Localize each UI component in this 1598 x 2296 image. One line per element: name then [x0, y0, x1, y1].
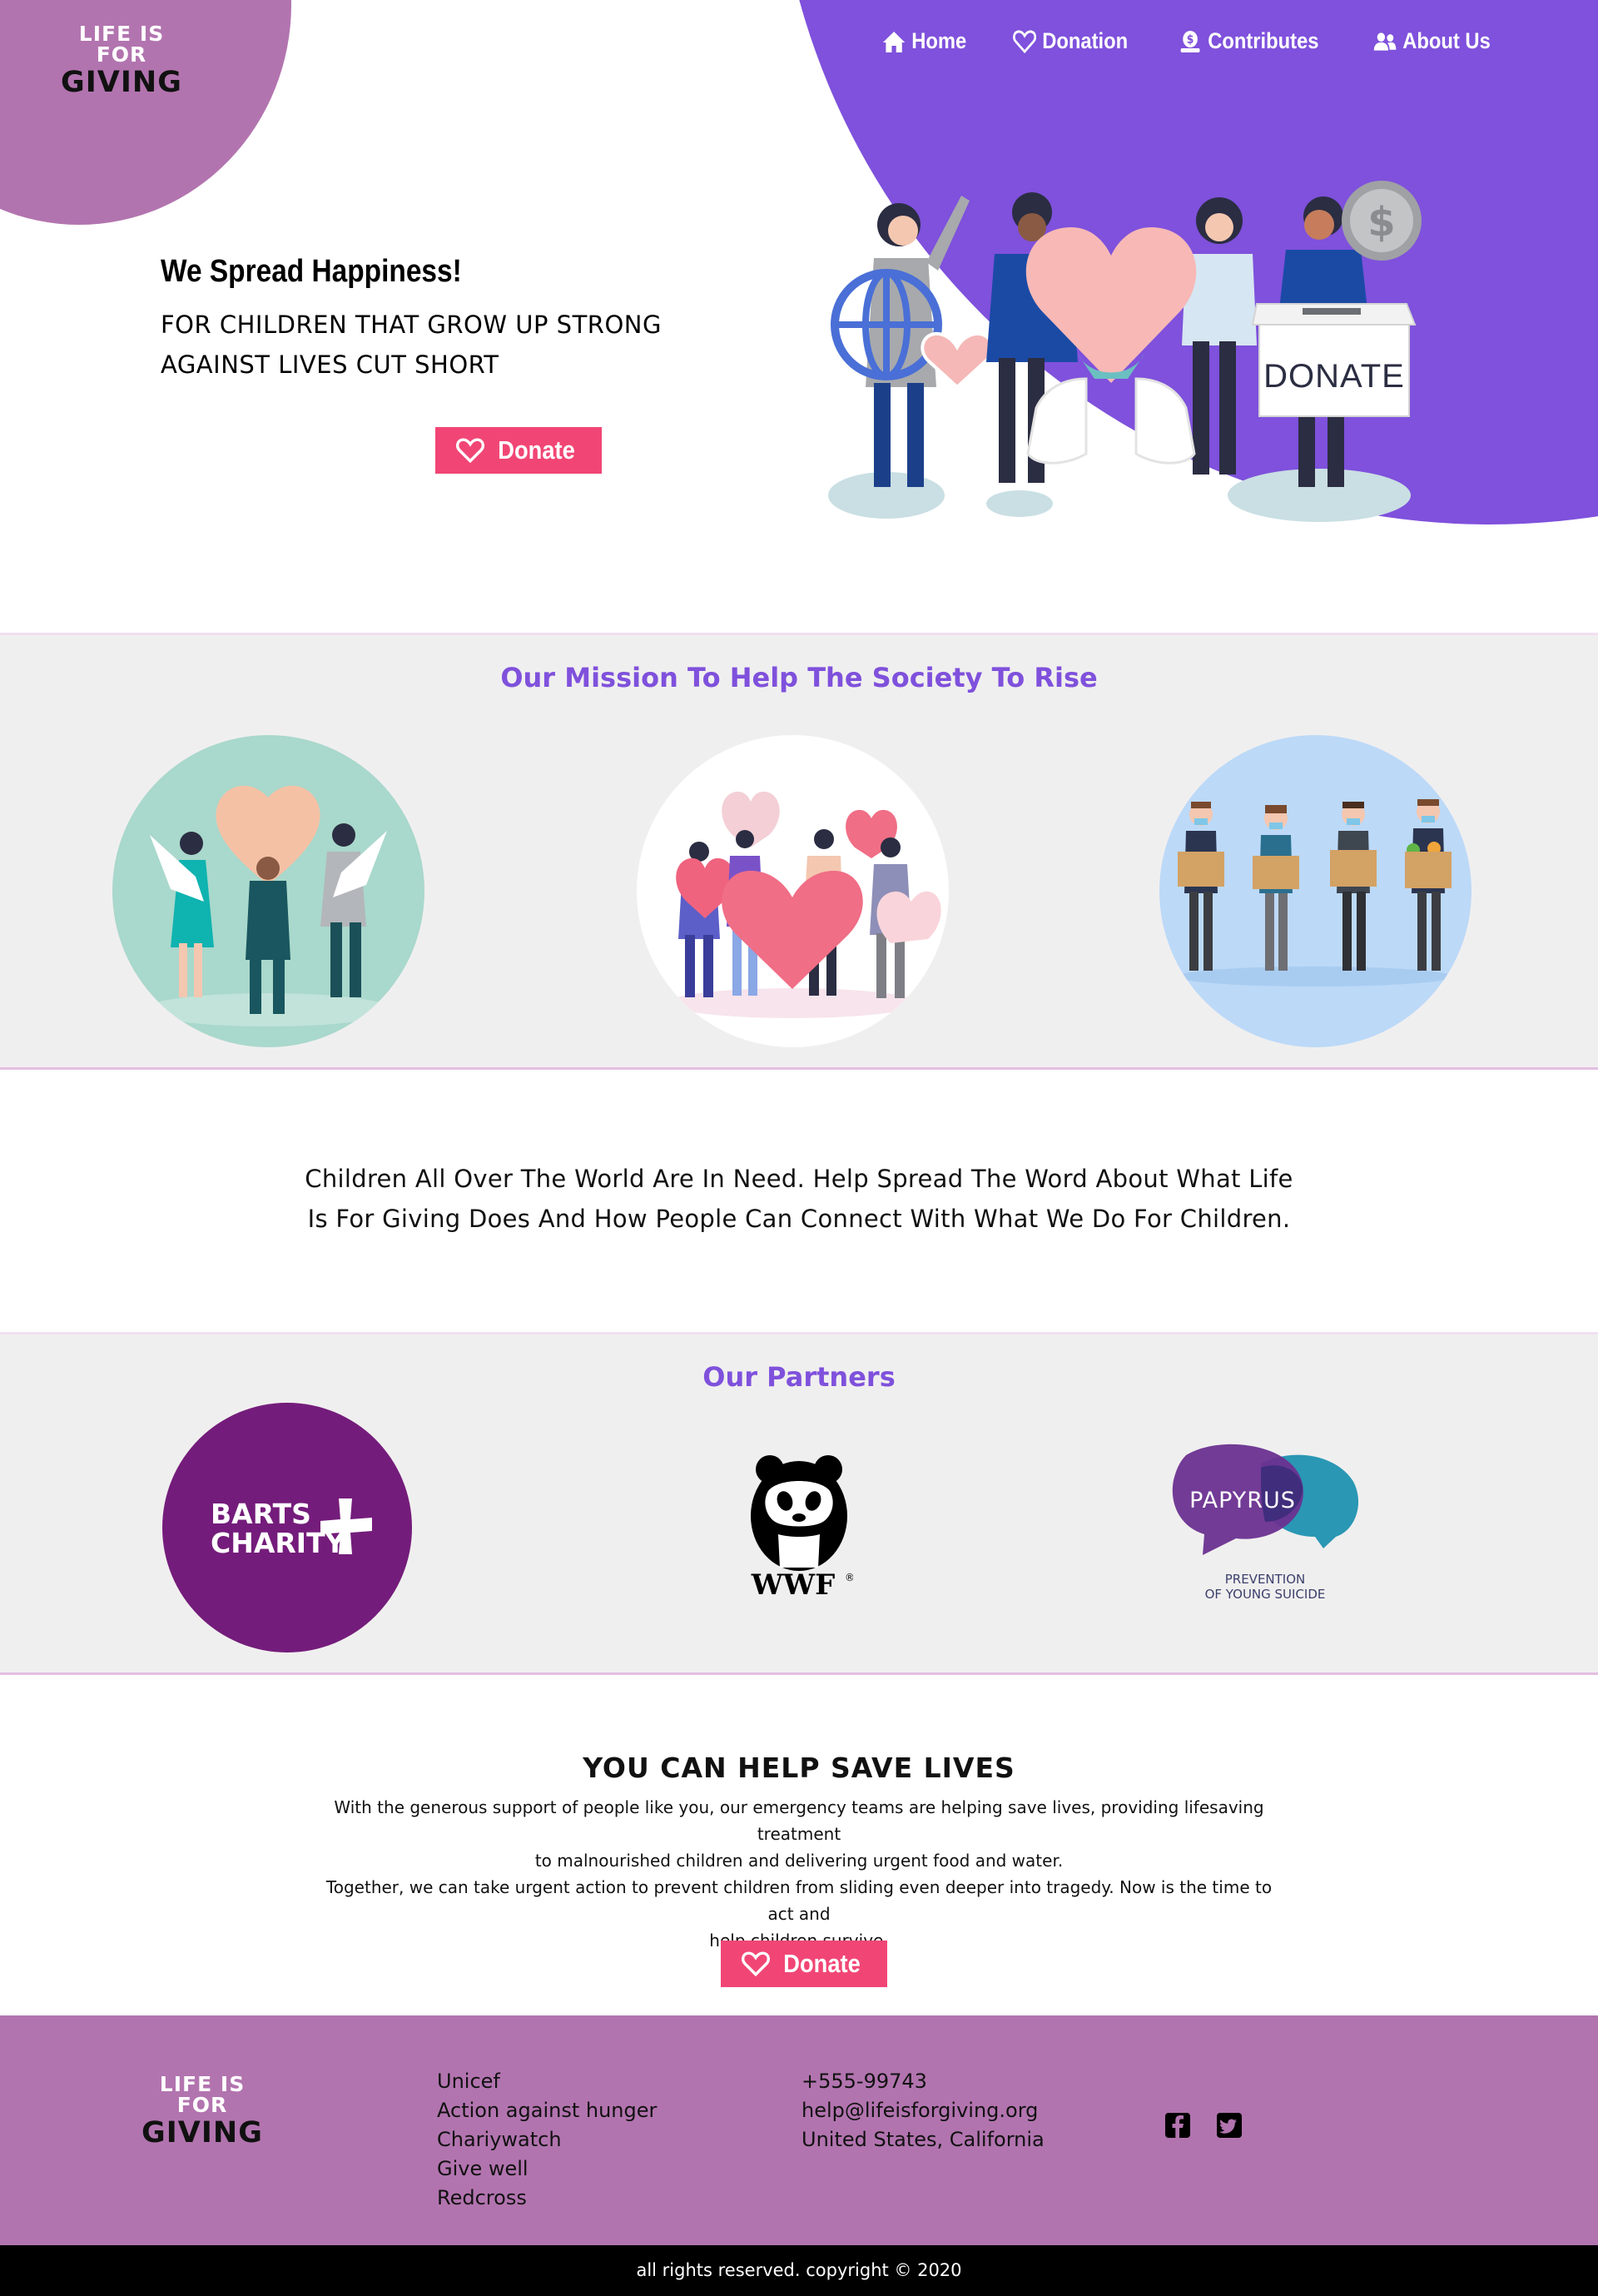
mission-title: Our Mission To Help The Society To Rise [500, 662, 1098, 693]
hero-donate-label: Donate [498, 435, 576, 465]
svg-text:$: $ [1187, 33, 1194, 47]
dollar-hand-icon: $ [1180, 30, 1200, 52]
footer: LIFE IS FOR GIVING Unicef Action against… [0, 2015, 1598, 2245]
mission-image-hands [112, 735, 424, 1047]
help-p2-line-1: Together, we can take urgent action to p… [325, 1877, 1273, 1924]
statement-line-1: Children All Over The World Are In Need.… [305, 1165, 1293, 1193]
footer-logo-line-2: GIVING [141, 2116, 263, 2149]
statement-line-2: Is For Giving Does And How People Can Co… [307, 1205, 1291, 1233]
help-donate-label: Donate [783, 1949, 861, 1978]
illustration-donate-text: DONATE [1263, 358, 1405, 395]
nav-donation-label: Donation [1042, 28, 1129, 53]
logo-line-2: GIVING [61, 66, 182, 99]
hero-donate-button[interactable]: Donate [435, 427, 602, 474]
logo-line-1: LIFE IS FOR [78, 22, 165, 67]
wwf-logo-text: WWF [751, 1568, 836, 1601]
mission-statement: Children All Over The World Are In Need.… [250, 1159, 1348, 1239]
barts-logo-line-1: BARTS [211, 1498, 311, 1530]
papyrus-tagline-1: PREVENTION [1225, 1572, 1306, 1587]
footer-link-chariywatch[interactable]: Chariywatch [437, 2125, 657, 2154]
volunteers-with-boxes-illustration [1159, 735, 1471, 1047]
donation-people-illustration: $ DONATE [828, 181, 1422, 522]
footer-link-give-well[interactable]: Give well [437, 2154, 657, 2184]
heart-icon [742, 1951, 771, 1976]
hero-text: We Spread Happiness! FOR CHILDREN THAT G… [161, 254, 743, 385]
footer-link-unicef[interactable]: Unicef [437, 2067, 657, 2096]
help-donate-button[interactable]: Donate [721, 1941, 887, 1987]
help-body: With the generous support of people like… [316, 1794, 1282, 1954]
users-icon [1373, 32, 1396, 51]
footer-links: Unicef Action against hunger Chariywatch… [437, 2067, 657, 2213]
help-p1-line-1: With the generous support of people like… [334, 1797, 1264, 1844]
mission-image-volunteers [1159, 735, 1471, 1047]
partners-title: Our Partners [702, 1361, 896, 1393]
mission-image-hearts [637, 735, 949, 1047]
papyrus-logo[interactable]: PAPYRUS PREVENTION OF YOUNG SUICIDE [1169, 1439, 1361, 1605]
barts-charity-logo[interactable]: BARTS CHARITY [162, 1403, 412, 1652]
mission-section: Our Mission To Help The Society To Rise [0, 633, 1598, 1070]
copyright-bar: all rights reserved. copyright © 2020 [0, 2245, 1598, 2296]
people-holding-hearts-illustration [637, 735, 949, 1047]
people-holding-heart-illustration [112, 735, 424, 1047]
hero-subtitle: FOR CHILDREN THAT GROW UP STRONG AGAINST… [161, 305, 693, 385]
nav-item-donation[interactable]: Donation [1013, 28, 1128, 54]
help-p1-line-2: to malnourished children and delivering … [534, 1851, 1064, 1871]
wwf-registered-mark: ® [845, 1572, 853, 1583]
footer-contact: +555-99743 help@lifeisforgiving.org Unit… [801, 2067, 1045, 2154]
home-icon [882, 31, 906, 52]
nav-item-home[interactable]: Home [882, 28, 966, 54]
contact-email[interactable]: help@lifeisforgiving.org [801, 2096, 1045, 2125]
main-nav: Home Donation $ Contributes About Us [882, 28, 1506, 54]
heart-icon [456, 438, 485, 463]
social-links [1164, 2111, 1243, 2139]
svg-text:$: $ [1367, 199, 1395, 246]
footer-link-redcross[interactable]: Redcross [437, 2184, 657, 2213]
hero-subtitle-line-1: FOR CHILDREN THAT GROW UP STRONG [161, 311, 662, 339]
nav-item-about[interactable]: About Us [1373, 28, 1491, 54]
footer-logo[interactable]: LIFE IS FOR GIVING [136, 2074, 269, 2148]
wwf-logo[interactable]: WWF ® [745, 1451, 853, 1601]
facebook-icon[interactable] [1164, 2111, 1192, 2139]
site-logo[interactable]: LIFE IS FOR GIVING [55, 23, 188, 97]
heart-icon [1013, 29, 1037, 53]
hero-subtitle-line-2: AGAINST LIVES CUT SHORT [161, 350, 499, 379]
nav-about-label: About Us [1402, 28, 1491, 53]
contact-phone[interactable]: +555-99743 [801, 2067, 1045, 2096]
papyrus-logo-name: PAPYRUS [1189, 1488, 1296, 1513]
nav-contributes-label: Contributes [1208, 28, 1319, 53]
footer-logo-line-1: LIFE IS FOR [159, 2072, 246, 2117]
help-title: YOU CAN HELP SAVE LIVES [583, 1752, 1015, 1784]
hero-section: LIFE IS FOR GIVING Home Donation $ Contr… [0, 0, 1598, 583]
contact-location: United States, California [801, 2128, 1045, 2151]
hero-title: We Spread Happiness! [161, 254, 462, 289]
nav-item-contributes[interactable]: $ Contributes [1179, 28, 1319, 54]
footer-link-action-against-hunger[interactable]: Action against hunger [437, 2096, 657, 2125]
partners-section: Our Partners BARTS CHARITY WWF ® PAPYRUS… [0, 1332, 1598, 1675]
twitter-icon[interactable] [1215, 2111, 1243, 2139]
nav-home-label: Home [911, 28, 967, 53]
papyrus-tagline-2: OF YOUNG SUICIDE [1205, 1587, 1326, 1602]
